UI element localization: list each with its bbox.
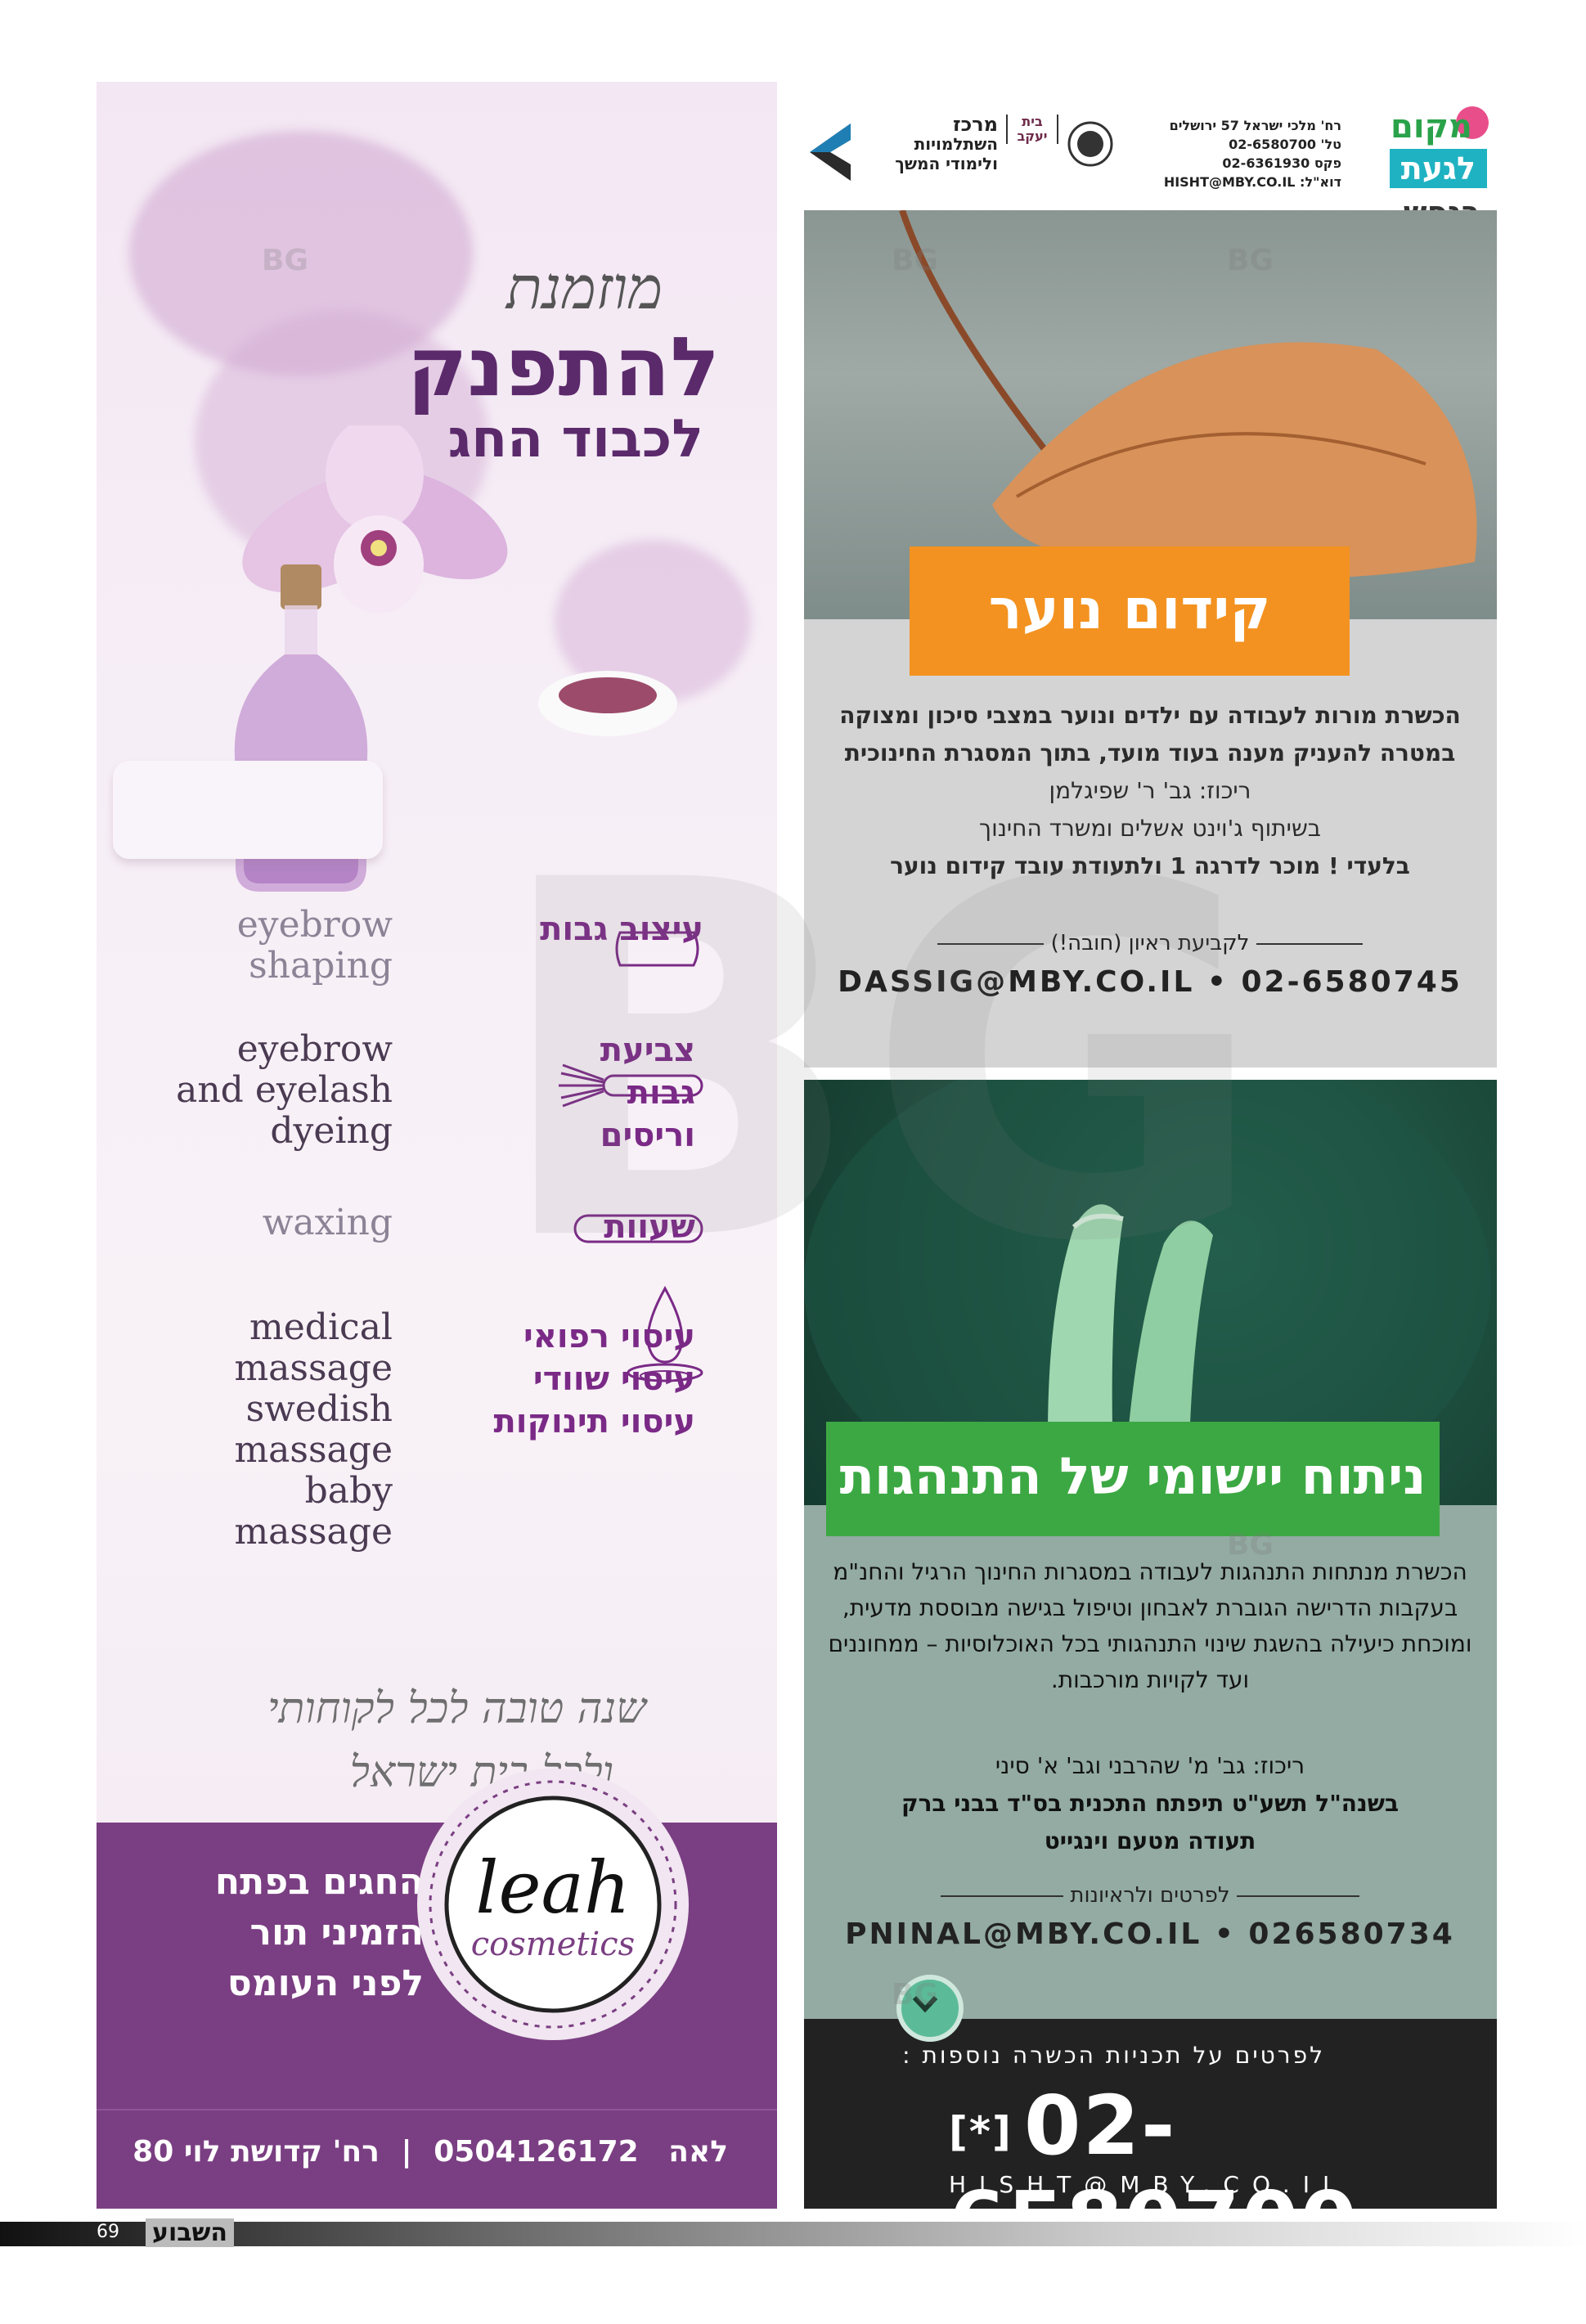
merkaz-chevron-icon bbox=[810, 124, 851, 181]
leah-cosmetics-logo: leah cosmetics bbox=[417, 1769, 689, 2040]
footer-address: רח' קדושת לוי 80 bbox=[133, 2135, 380, 2169]
logo-word: leah bbox=[475, 1845, 630, 1930]
card3-email[interactable]: HISHT@MBY.CO.IL bbox=[949, 2171, 1349, 2198]
brush-icon bbox=[559, 1063, 703, 1108]
merkaz-logo: מרכז השתלמויות ולימודי המשך bbox=[802, 115, 1006, 196]
script-title: מוזמנת bbox=[505, 254, 663, 322]
service-en-line: eyebrow bbox=[236, 904, 393, 946]
card2-contact-title: לפרטים ולראיונות bbox=[818, 1883, 1482, 1908]
service-en-line: massage bbox=[234, 1429, 393, 1471]
watermark-tag: BG bbox=[262, 244, 308, 277]
body-line: בלעדי ! מוכר לדרגה 1 ולתעודת עובד קידום … bbox=[890, 852, 1410, 879]
mikom-line: לגעת bbox=[1389, 149, 1487, 188]
contact-line: דוא"ל: HISHT@MBY.CO.IL bbox=[1163, 174, 1341, 190]
service-en-massage: medical massage swedish massage baby mas… bbox=[234, 1307, 393, 1553]
contact-line: טל' 02-6580700 bbox=[1229, 137, 1341, 152]
body-line: הכשרת מורות לעבודה עם ילדים ונוער במצבי … bbox=[839, 702, 1461, 729]
extra-line: תעודה מטעם וינגייט bbox=[1044, 1827, 1256, 1854]
mikom-line: מקום bbox=[1391, 108, 1472, 146]
wax-strip-icon bbox=[573, 1214, 703, 1243]
logo-sub: cosmetics bbox=[471, 1926, 635, 1963]
card2-details: ריכוז: גב' מ' שהרבני וגב' א' סיני בשנה"ל… bbox=[818, 1747, 1482, 1860]
watermark-tag: BG bbox=[892, 1978, 938, 2012]
service-en-waxing: waxing bbox=[263, 1202, 393, 1243]
clay-bowl-icon bbox=[538, 671, 677, 736]
coord-line: ריכוז: גב' מ' שהרבני וגב' א' סיני bbox=[995, 1752, 1305, 1779]
merkaz-line: ולימודי המשך bbox=[895, 154, 998, 173]
extra-line: בשנה"ל תשע"ט תיפתח התכנית בס"ד בבני ברק bbox=[901, 1790, 1400, 1817]
contact-title-text: לקביעת ראיון (חובה!) bbox=[1050, 931, 1250, 955]
contact-title-text: לפרטים ולראיונות bbox=[1070, 1883, 1230, 1908]
green-title-banner: ניתוח יישומי של התנהגות bbox=[826, 1422, 1440, 1536]
watermark-tag: BG bbox=[892, 244, 938, 277]
brow-shape-icon bbox=[615, 931, 699, 967]
page-footer-bar bbox=[0, 2222, 1586, 2246]
sub-title: לכבוד החג bbox=[447, 409, 703, 470]
beit-yaakov-logo: בית יעקב bbox=[1006, 115, 1058, 144]
oil-drop-icon bbox=[627, 1285, 703, 1382]
main-title: להתפנק bbox=[407, 319, 720, 415]
band-text: החגים בפתח הזמיני תור לפני העומס bbox=[146, 1857, 424, 2009]
footer-name: לאה bbox=[668, 2135, 728, 2169]
star-badge: [*] bbox=[949, 2107, 1013, 2155]
towel bbox=[113, 761, 383, 859]
divider bbox=[941, 1895, 1064, 1897]
orange-title-banner: קידום נוער bbox=[910, 546, 1350, 676]
service-en-line: and eyelash bbox=[176, 1069, 393, 1111]
service-en-line: massage bbox=[234, 1511, 393, 1553]
footer-separator: | bbox=[401, 2135, 412, 2169]
service-en-line: baby bbox=[304, 1470, 393, 1512]
card2-contact-line[interactable]: PNINAL@MBY.CO.IL • 026580734 bbox=[818, 1917, 1482, 1951]
card1-body: הכשרת מורות לעבודה עם ילדים ונוער במצבי … bbox=[818, 697, 1482, 885]
body-line: בעקבות הדרישה הגוברת לאבחון וטיפול בגישה… bbox=[842, 1594, 1458, 1621]
merkaz-line: השתלמויות bbox=[914, 134, 998, 154]
contact-line: רח' מלכי ישראל 57 ירושלים bbox=[1169, 118, 1341, 133]
blessing-line: שנה טובה לכל לקוחותי bbox=[267, 1684, 646, 1733]
watermark-tag: BG bbox=[1227, 1528, 1274, 1562]
footer-phone[interactable]: 0504126172 bbox=[434, 2135, 639, 2169]
body-line: ומוכחת כיעילה בהשגת שינוי התנהגותי בכל ה… bbox=[828, 1630, 1472, 1657]
service-en-line: eyebrow bbox=[236, 1028, 393, 1070]
service-en-line: dyeing bbox=[270, 1110, 393, 1152]
band-line: הזמיני תור bbox=[249, 1912, 424, 1953]
card1-contact-line[interactable]: DASSIG@MBY.CO.IL • 02-6580745 bbox=[818, 965, 1482, 999]
body-line: ועד לקויות מורכבות. bbox=[1050, 1666, 1250, 1693]
divider bbox=[1236, 1895, 1359, 1897]
watermark-tag: BG bbox=[1227, 244, 1274, 277]
body-line: ריכוז: גב' ר' שפיגלמן bbox=[1049, 777, 1251, 804]
card2-body: הכשרת מנתחות התנהגות לעבודה במסגרות החינ… bbox=[818, 1554, 1482, 1698]
service-en-dyeing: eyebrow and eyelash dyeing bbox=[176, 1029, 393, 1152]
card3-title: לפרטים על תכניות הכשרה נוספות : bbox=[902, 2042, 1325, 2069]
band-line: החגים בפתח bbox=[214, 1861, 424, 1903]
body-line: במטרה להעניק מענה בעוד מועד, בתוך המסגרת… bbox=[844, 739, 1456, 766]
merkaz-line: מרכז bbox=[952, 113, 998, 136]
leah-footer: לאה 0504126172 | רח' קדושת לוי 80 bbox=[133, 2135, 728, 2169]
leah-cosmetics-ad: מוזמנת להתפנק לכבוד החג עיצוב גבות eyebr… bbox=[97, 82, 777, 2209]
contact-line: פקס 02-6361930 bbox=[1222, 155, 1341, 171]
body-line: הכשרת מנתחות התנהגות לעבודה במסגרות החינ… bbox=[833, 1558, 1467, 1585]
body-line: בשיתוף ג'וינט אשלים ומשרד החינוך bbox=[979, 815, 1321, 842]
top-logo-bar: מרכז השתלמויות ולימודי המשך בית יעקב רח'… bbox=[802, 98, 1497, 231]
divider bbox=[1256, 942, 1363, 945]
service-en-line: medical bbox=[249, 1306, 393, 1348]
contact-block: רח' מלכי ישראל 57 ירושלים טל' 02-6580700… bbox=[1164, 116, 1341, 191]
service-en-line: shaping bbox=[249, 945, 393, 987]
card2-title: ניתוח יישומי של התנהגות bbox=[839, 1446, 1427, 1506]
card1-title: קידום נוער bbox=[988, 578, 1271, 642]
publication-name: השבוע bbox=[146, 2218, 234, 2247]
service-en-line: massage bbox=[234, 1347, 393, 1389]
page-number: 69 bbox=[97, 2222, 119, 2242]
service-en-line: swedish bbox=[245, 1388, 393, 1430]
band-line: לפני העומס bbox=[227, 1962, 424, 2004]
service-en-line: waxing bbox=[262, 1202, 393, 1243]
service-en-brow-shaping: eyebrow shaping bbox=[237, 905, 393, 987]
card1-contact-title: לקביעת ראיון (חובה!) bbox=[818, 931, 1482, 955]
divider bbox=[937, 942, 1045, 945]
seal-icon bbox=[1067, 121, 1113, 167]
